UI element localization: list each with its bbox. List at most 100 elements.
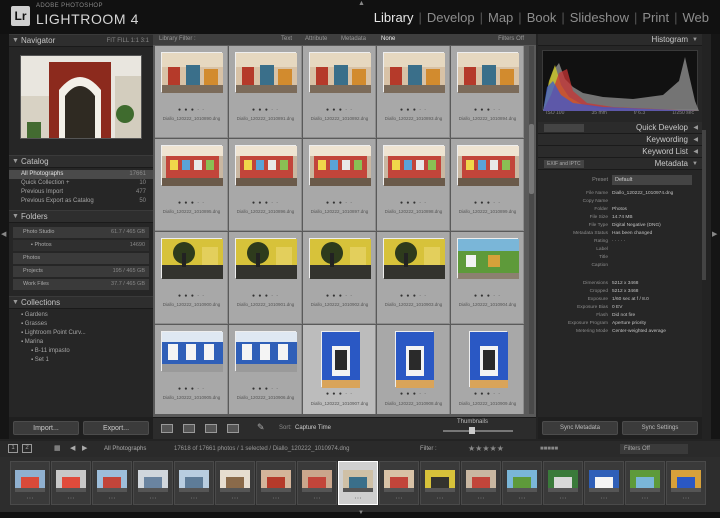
filmstrip-photo[interactable] — [507, 470, 537, 492]
filmstrip-thumbnail[interactable]: • • • — [379, 461, 419, 505]
collection-item[interactable]: ▪ B-11 impasto — [9, 347, 153, 356]
metadata-value[interactable]: Photos — [612, 206, 627, 214]
metadata-value[interactable]: 0 EV — [612, 304, 622, 312]
photo-thumbnail[interactable] — [161, 331, 223, 372]
metadata-row[interactable]: Copy Name — [538, 198, 702, 206]
right-panel-scrollbar[interactable] — [702, 130, 706, 280]
right-panel-toggle-icon[interactable]: ▶ — [712, 230, 717, 238]
navigator-preview[interactable] — [20, 55, 142, 139]
filmstrip-thumbnail[interactable]: • • • — [543, 461, 583, 505]
filmstrip-thumbnail[interactable]: • • • — [215, 461, 255, 505]
metadata-value[interactable]: Did not fire — [612, 312, 635, 320]
filter-tab-metadata[interactable]: Metadata — [341, 34, 366, 45]
filmstrip-photo[interactable] — [15, 470, 45, 492]
folder-volume-photo-studio[interactable]: Photo Studio 61.7 / 465 GB — [13, 227, 149, 238]
filter-tab-attribute[interactable]: Attribute — [305, 34, 327, 45]
rating-stars[interactable]: ● ● ● · · — [377, 107, 450, 113]
metadata-row[interactable]: File Size 14.74 MB — [538, 214, 702, 222]
filter-status[interactable]: Filters Off — [498, 34, 524, 45]
metadata-value[interactable]: Center-weighted average — [612, 328, 666, 336]
collapse-triangle-icon[interactable]: ▼ — [12, 156, 19, 168]
grid-thumbnail-cell[interactable]: ● ● ● · · Diallo_120222_1010903.dng — [377, 232, 450, 324]
catalog-header[interactable]: ▼ Catalog — [9, 155, 153, 168]
filmstrip-thumbnail[interactable]: • • • — [51, 461, 91, 505]
folder-photos[interactable]: ▪ Photos 14690 — [13, 240, 149, 251]
metadata-row[interactable]: Caption — [538, 262, 702, 270]
grid-thumbnail-cell[interactable]: ● ● ● · · Diallo_120222_1010908.dng — [377, 325, 450, 414]
grid-thumbnail-cell[interactable]: ● ● ● · · Diallo_120222_1010893.dng — [377, 46, 450, 138]
metadata-set-select[interactable]: EXIF and IPTC — [544, 160, 584, 168]
collapse-triangle-icon[interactable]: ◀ — [693, 122, 698, 134]
loupe-view-icon[interactable] — [183, 424, 195, 433]
filmstrip-photo[interactable] — [425, 470, 455, 492]
photo-thumbnail[interactable] — [383, 238, 445, 279]
metadata-row[interactable]: Exposure Bias 0 EV — [538, 304, 702, 312]
grid-thumbnail-cell[interactable]: ● ● ● · · Diallo_120222_1010892.dng — [303, 46, 376, 138]
grid-scroll-thumb[interactable] — [529, 124, 534, 194]
filmstrip-thumbnail[interactable]: • • • — [461, 461, 501, 505]
filter-tab-none[interactable]: None — [381, 34, 395, 45]
filmstrip-thumbnail[interactable]: • • • — [666, 461, 706, 505]
rating-stars[interactable]: ● ● ● · · — [377, 200, 450, 206]
filmstrip-photo[interactable] — [179, 470, 209, 492]
metadata-row[interactable]: Exposure Program Aperture priority — [538, 320, 702, 328]
filmstrip-photo[interactable] — [302, 470, 332, 492]
grid-thumbnail-cell[interactable]: ● ● ● · · Diallo_120222_1010894.dng — [451, 46, 524, 138]
forward-arrow-icon[interactable]: ▶ — [82, 441, 87, 457]
filmstrip-source[interactable]: All Photographs — [104, 441, 146, 457]
rating-stars[interactable]: ● ● ● · · — [451, 293, 524, 299]
grid-scrollbar[interactable] — [529, 46, 534, 414]
filmstrip-thumbnail[interactable]: • • • — [297, 461, 337, 505]
collection-item[interactable]: ▪ Grasses — [9, 320, 153, 329]
sync-settings-button[interactable]: Sync Settings — [622, 421, 698, 435]
photo-thumbnail[interactable] — [235, 145, 297, 186]
filmstrip-photo[interactable] — [343, 470, 373, 492]
module-slideshow[interactable]: Slideshow — [567, 10, 632, 25]
catalog-item-previous-import[interactable]: Previous Import 477 — [9, 188, 153, 197]
color-label-filter-icon[interactable]: ■■■■■ — [540, 441, 558, 457]
preset-select[interactable]: Default — [612, 175, 692, 185]
export-button[interactable]: Export... — [83, 421, 149, 435]
navigator-header[interactable]: ▼ Navigator FIT FILL 1:1 3:1 — [9, 34, 153, 47]
grid-thumbnail-cell[interactable]: ● ● ● · · Diallo_120222_1010907.dng — [303, 325, 376, 414]
folder-volume-photos[interactable]: Photos — [13, 253, 149, 264]
metadata-row[interactable]: Title — [538, 254, 702, 262]
filmstrip-thumbnail[interactable]: • • • — [133, 461, 173, 505]
photo-thumbnail[interactable] — [235, 238, 297, 279]
metadata-row[interactable]: Exposure 1/60 sec at f / 8.0 — [538, 296, 702, 304]
metadata-header[interactable]: EXIF and IPTC Metadata ▼ — [538, 158, 702, 170]
rating-stars[interactable]: ● ● ● · · — [229, 107, 302, 113]
filmstrip-photo[interactable] — [466, 470, 496, 492]
left-panel-edge[interactable]: ◀ — [0, 34, 9, 439]
collapse-triangle-icon[interactable]: ▼ — [12, 211, 19, 223]
collapse-triangle-icon[interactable]: ▼ — [692, 34, 698, 46]
filmstrip-photo[interactable] — [589, 470, 619, 492]
grid-mode-icon[interactable]: ▦ — [54, 441, 61, 457]
window-1-icon[interactable]: 1 — [8, 444, 18, 453]
collection-item[interactable]: ▪ Set 1 — [9, 356, 153, 365]
photo-thumbnail[interactable] — [321, 331, 360, 388]
folders-header[interactable]: ▼ Folders — [9, 210, 153, 223]
filmstrip-photo[interactable] — [261, 470, 291, 492]
import-button[interactable]: Import... — [13, 421, 79, 435]
top-panel-toggle-icon[interactable]: ▲ — [358, 0, 365, 7]
compare-view-icon[interactable] — [205, 424, 217, 433]
collection-item[interactable]: ▪ Lightroom Point Curv... — [9, 329, 153, 338]
collapse-triangle-icon[interactable]: ▼ — [12, 297, 19, 309]
rating-stars[interactable]: ● ● ● · · — [303, 107, 376, 113]
thumbnail-size-handle[interactable] — [469, 427, 475, 434]
filmstrip-thumbnail[interactable]: • • • — [10, 461, 50, 505]
grid-thumbnail-cell[interactable]: ● ● ● · · Diallo_120222_1010901.dng — [229, 232, 302, 324]
filmstrip-thumbnail[interactable]: • • • — [338, 461, 378, 505]
filmstrip-photo[interactable] — [97, 470, 127, 492]
collapse-triangle-icon[interactable]: ▼ — [12, 35, 19, 47]
rating-stars[interactable]: ● ● ● · · — [155, 386, 228, 392]
rating-stars[interactable]: ● ● ● · · — [451, 200, 524, 206]
filmstrip-filter-select[interactable]: Filters Off — [620, 444, 688, 454]
filmstrip-thumbnail[interactable]: • • • — [256, 461, 296, 505]
histogram[interactable] — [542, 50, 699, 111]
catalog-item-all-photographs[interactable]: All Photographs 17661 — [9, 170, 153, 179]
metadata-row[interactable]: Cropped 5212 x 3468 — [538, 288, 702, 296]
metadata-row[interactable]: Metadata Status Has been changed — [538, 230, 702, 238]
photo-thumbnail[interactable] — [161, 145, 223, 186]
